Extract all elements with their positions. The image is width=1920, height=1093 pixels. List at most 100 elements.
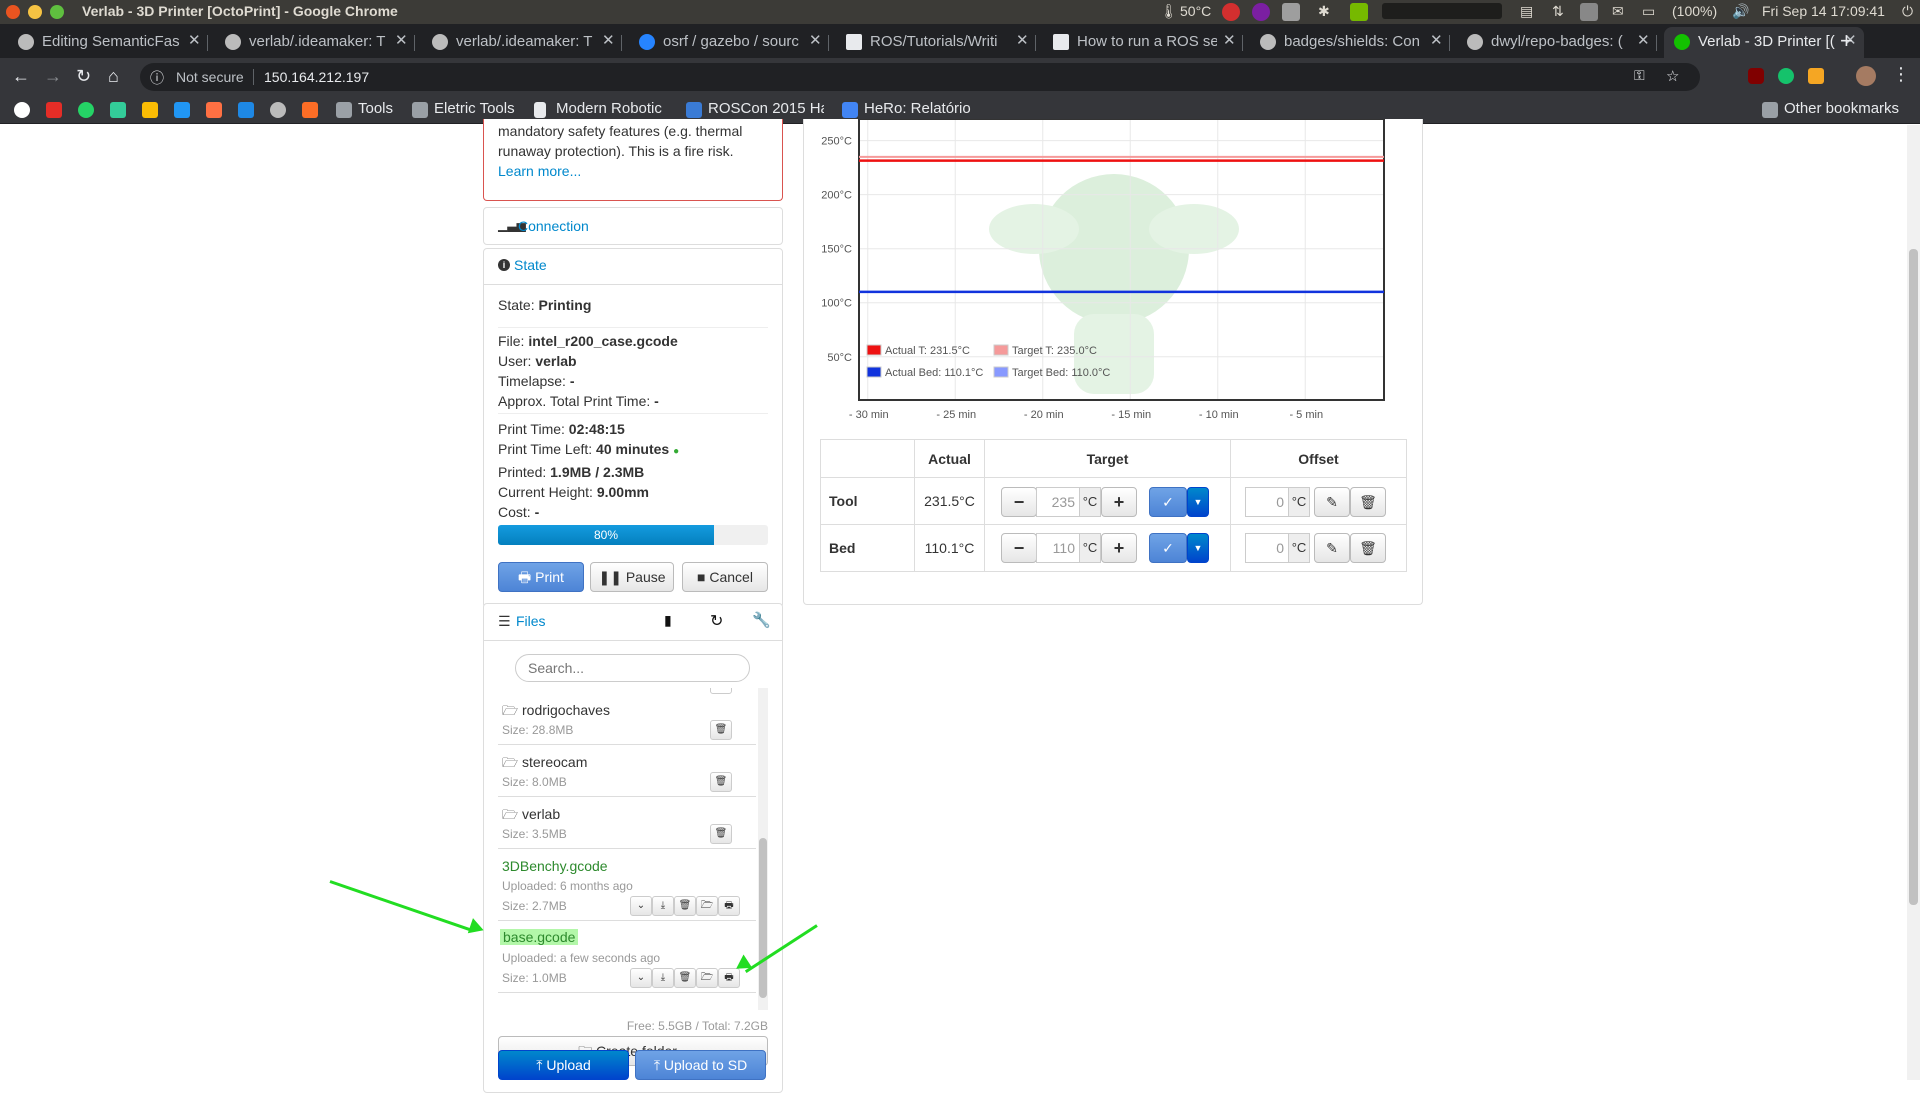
close-tab-icon[interactable]: ✕ xyxy=(1637,31,1650,49)
nvidia-icon[interactable] xyxy=(1350,3,1368,21)
bookmark-modern-robotic[interactable]: Modern Robotic xyxy=(556,100,666,117)
list-item[interactable]: 🗁 verlab Size: 3.5MB 🗑 xyxy=(498,798,756,849)
menu-kebab-icon[interactable]: ⋮ xyxy=(1892,64,1910,85)
close-tab-icon[interactable]: ✕ xyxy=(1223,31,1236,49)
home-icon[interactable]: ⌂ xyxy=(108,66,119,86)
browser-tab[interactable]: osrf / gazebo / sourc ✕ xyxy=(629,27,829,58)
browser-tab[interactable]: Editing SemanticFas ✕ xyxy=(8,27,208,58)
bookmark-eletric-tools[interactable]: Eletric Tools xyxy=(434,100,515,117)
upload-sd-button[interactable]: ⤒ Upload to SD xyxy=(635,1050,766,1080)
target-input[interactable]: 235 xyxy=(1036,487,1080,517)
edit-offset-pencil-icon[interactable]: ✎ xyxy=(1314,533,1350,563)
offset-input[interactable]: 0 xyxy=(1245,487,1289,517)
file-name[interactable]: 3DBenchy.gcode xyxy=(502,858,608,874)
pt-indicator-icon[interactable] xyxy=(1580,3,1598,21)
delete-icon[interactable]: 🗑 xyxy=(710,824,732,844)
gitlab-icon[interactable] xyxy=(302,102,318,118)
dropbox-icon[interactable] xyxy=(1282,3,1300,21)
bookmark-app-icon[interactable] xyxy=(110,102,126,118)
close-tab-icon[interactable]: ✕ xyxy=(395,31,408,49)
load-icon[interactable]: 🗁 xyxy=(696,896,718,916)
google-icon[interactable] xyxy=(14,102,30,118)
maximize-window-icon[interactable] xyxy=(50,5,64,19)
bluetooth-icon[interactable]: ✱ xyxy=(1318,3,1330,20)
list-item[interactable]: base.gcode Uploaded: a few seconds ago S… xyxy=(498,922,756,993)
browser-tab[interactable]: verlab/.ideamaker: T ✕ xyxy=(422,27,622,58)
bookmark-tools[interactable]: Tools xyxy=(358,100,393,117)
reset-offset-trash-icon[interactable]: 🗑 xyxy=(1350,533,1386,563)
folder-name[interactable]: stereocam xyxy=(522,754,587,770)
clock[interactable]: Fri Sep 14 17:09:41 xyxy=(1762,3,1885,19)
battery-indicator[interactable]: (100%) xyxy=(1672,3,1717,19)
bookmark-app3-icon[interactable] xyxy=(206,102,222,118)
bookmark-roscon[interactable]: ROSCon 2015 Ha xyxy=(708,100,824,117)
decrease-target-button[interactable]: − xyxy=(1001,533,1037,563)
gmail-indicator-icon[interactable] xyxy=(1222,3,1240,21)
increase-target-button[interactable]: + xyxy=(1101,533,1137,563)
address-bar[interactable]: ⓘ Not secure 150.164.212.197 ☆ ⚿ xyxy=(140,63,1700,91)
power-icon[interactable]: ⏻ xyxy=(1902,3,1913,20)
url-text[interactable]: 150.164.212.197 xyxy=(264,69,369,85)
list-item[interactable]: 3DBenchy.gcode Uploaded: 6 months ago Si… xyxy=(498,850,756,921)
github-bookmark-icon[interactable] xyxy=(270,102,286,118)
files-title[interactable]: Files xyxy=(516,613,546,629)
keyboard-icon[interactable]: ▤ xyxy=(1520,3,1533,20)
download-icon[interactable]: ⤓ xyxy=(652,968,674,988)
bookmark-app2-icon[interactable] xyxy=(174,102,190,118)
youtube-icon[interactable] xyxy=(46,102,62,118)
close-tab-icon[interactable]: ✕ xyxy=(809,31,822,49)
minimize-window-icon[interactable] xyxy=(28,5,42,19)
target-dropdown-icon[interactable]: ▼ xyxy=(1187,487,1209,517)
print-button[interactable]: 🖶 Print xyxy=(498,562,584,592)
expand-icon[interactable]: ⌄ xyxy=(630,896,652,916)
page-scrollbar[interactable] xyxy=(1907,125,1920,1080)
volume-icon[interactable]: 🔊 xyxy=(1732,3,1749,20)
list-item[interactable]: 🗁 stereocam Size: 8.0MB 🗑 xyxy=(498,746,756,797)
edit-offset-pencil-icon[interactable]: ✎ xyxy=(1314,487,1350,517)
browser-tab[interactable]: How to run a ROS se ✕ xyxy=(1043,27,1243,58)
reload-icon[interactable]: ↻ xyxy=(76,66,91,86)
set-target-button[interactable]: ✓ xyxy=(1149,533,1187,563)
ublock-icon[interactable] xyxy=(1748,68,1764,84)
upload-button[interactable]: ⤒ Upload xyxy=(498,1050,629,1080)
close-tab-icon[interactable]: ✕ xyxy=(188,31,201,49)
new-tab-button[interactable]: + xyxy=(1840,28,1853,54)
reset-offset-trash-icon[interactable]: 🗑 xyxy=(1350,487,1386,517)
load-and-print-icon[interactable]: 🖶 xyxy=(718,896,740,916)
delete-icon[interactable]: 🗑 xyxy=(674,968,696,988)
refresh-icon[interactable]: ↻ xyxy=(710,611,723,631)
close-tab-icon[interactable]: ✕ xyxy=(1016,31,1029,49)
connection-panel[interactable]: ▁▃▅ Connection xyxy=(483,207,783,245)
target-input[interactable]: 110 xyxy=(1036,533,1080,563)
cancel-button[interactable]: ■ Cancel xyxy=(682,562,768,592)
wrench-icon[interactable]: 🔧 xyxy=(752,611,771,629)
load-icon[interactable]: 🗁 xyxy=(696,968,718,988)
download-icon[interactable]: ⤓ xyxy=(652,896,674,916)
info-icon[interactable]: ⓘ xyxy=(150,68,164,88)
page-scrollbar-thumb[interactable] xyxy=(1909,249,1918,905)
battery-icon[interactable]: ▭ xyxy=(1642,3,1655,20)
connection-title[interactable]: Connection xyxy=(518,218,589,234)
browser-tab[interactable]: verlab/.ideamaker: T ✕ xyxy=(215,27,415,58)
grammarly-icon[interactable] xyxy=(1778,68,1794,84)
firefox-indicator-icon[interactable] xyxy=(1252,3,1270,21)
delete-icon[interactable]: 🗑 xyxy=(710,772,732,792)
decrease-target-button[interactable]: − xyxy=(1001,487,1037,517)
increase-target-button[interactable]: + xyxy=(1101,487,1137,517)
bookmark-hero[interactable]: HeRo: Relatório xyxy=(864,100,971,117)
mail-icon[interactable]: ✉ xyxy=(1612,3,1624,20)
browser-tab[interactable]: ROS/Tutorials/Writi ✕ xyxy=(836,27,1036,58)
back-icon[interactable]: ← xyxy=(12,66,30,86)
bookmark-star-icon[interactable]: ☆ xyxy=(1666,67,1679,85)
other-bookmarks[interactable]: Other bookmarks xyxy=(1784,100,1899,117)
browser-tab[interactable]: dwyl/repo-badges: (✕ xyxy=(1457,27,1657,58)
close-tab-icon[interactable]: ✕ xyxy=(1430,31,1443,49)
bookmark-app4-icon[interactable] xyxy=(238,102,254,118)
state-title[interactable]: State xyxy=(514,257,547,273)
forward-icon[interactable]: → xyxy=(44,66,62,86)
whatsapp-icon[interactable] xyxy=(78,102,94,118)
google-drive-icon[interactable] xyxy=(142,102,158,118)
network-icon[interactable]: ⇅ xyxy=(1552,3,1564,20)
folder-name[interactable]: rodrigochaves xyxy=(522,702,610,718)
key-icon[interactable]: ⚿ xyxy=(1634,67,1645,84)
